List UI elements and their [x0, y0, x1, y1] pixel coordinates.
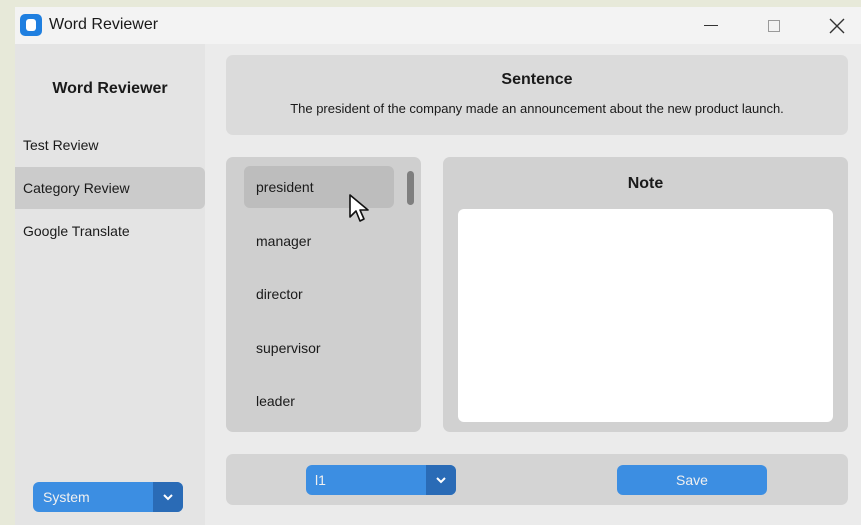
word-list-panel[interactable]: president manager director supervisor le… — [226, 157, 421, 432]
app-icon — [20, 14, 42, 36]
category-select[interactable]: l1 — [306, 465, 456, 495]
close-icon — [829, 18, 845, 33]
appearance-dropdown-button[interactable] — [153, 482, 183, 512]
appearance-mode-value: System — [43, 489, 90, 505]
save-button[interactable]: Save — [617, 465, 767, 495]
chevron-down-icon — [163, 494, 173, 501]
word-item-director[interactable]: director — [244, 273, 394, 315]
maximize-icon — [768, 19, 780, 32]
bottom-bar: l1 Save — [226, 454, 848, 505]
window-title: Word Reviewer — [49, 16, 159, 33]
word-item-leader[interactable]: leader — [244, 380, 394, 422]
note-title: Note — [627, 175, 664, 192]
appearance-mode-select[interactable]: System — [33, 482, 183, 512]
word-list-scrollbar[interactable] — [407, 171, 414, 205]
title-bar: Word Reviewer — [15, 7, 861, 44]
minimize-button[interactable] — [681, 7, 741, 44]
note-textarea[interactable] — [458, 209, 833, 422]
chevron-down-icon — [436, 477, 446, 484]
category-select-value: l1 — [315, 472, 326, 488]
sidebar-item-google-translate[interactable]: Google Translate — [15, 210, 205, 252]
sentence-title: Sentence — [501, 71, 573, 88]
close-button[interactable] — [807, 7, 861, 44]
app-window: Word Reviewer Word Reviewer Test Review … — [15, 7, 861, 525]
mouse-cursor-icon — [349, 194, 369, 222]
sidebar-title: Word Reviewer — [52, 80, 168, 97]
category-dropdown-button[interactable] — [426, 465, 456, 495]
note-panel: Note — [443, 157, 848, 432]
sidebar-item-category-review[interactable]: Category Review — [15, 167, 205, 209]
maximize-button[interactable] — [744, 7, 804, 44]
word-item-supervisor[interactable]: supervisor — [244, 327, 394, 369]
sidebar-item-test-review[interactable]: Test Review — [15, 124, 205, 166]
minimize-icon — [704, 25, 718, 26]
sidebar: Word Reviewer Test Review Category Revie… — [15, 44, 205, 525]
sentence-text: The president of the company made an ann… — [290, 101, 784, 116]
sentence-panel: Sentence The president of the company ma… — [226, 55, 848, 135]
